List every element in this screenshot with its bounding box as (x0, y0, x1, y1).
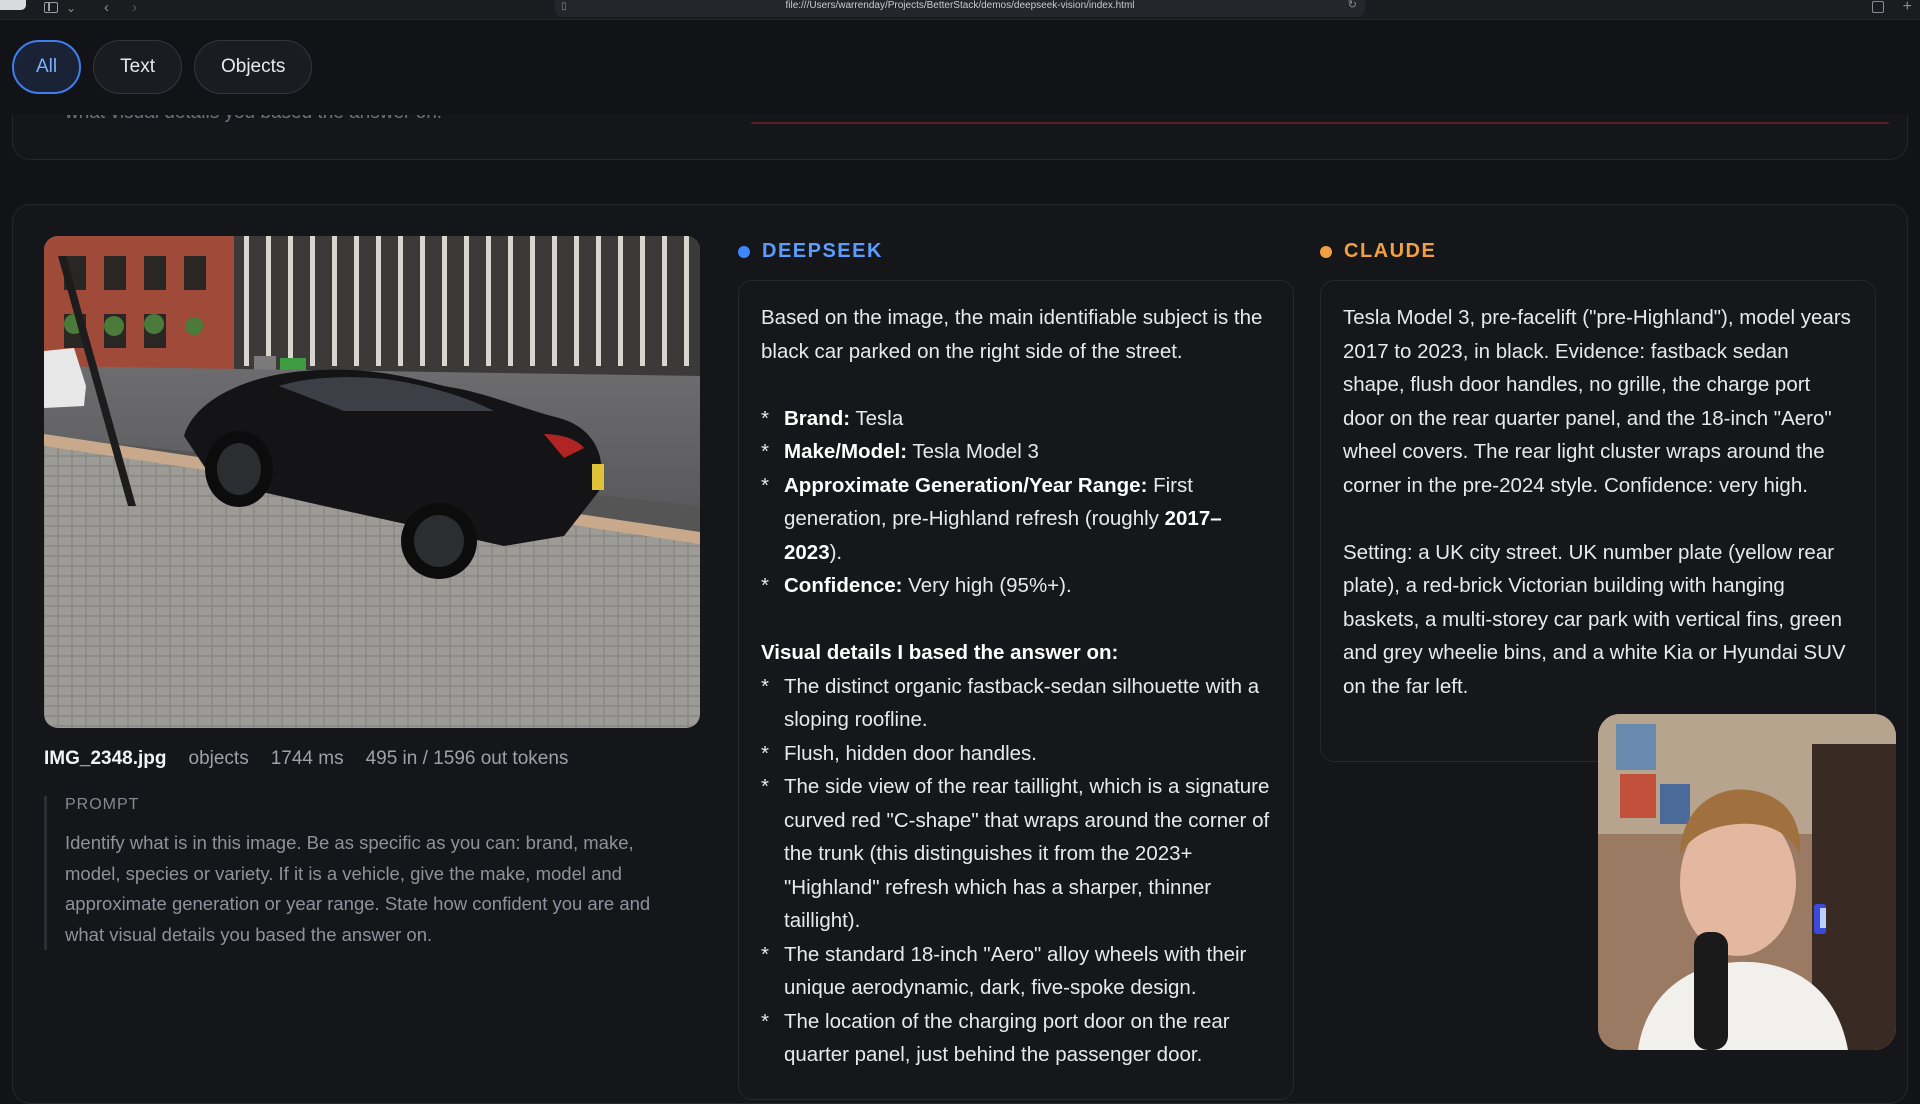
claude-title: CLAUDE (1344, 240, 1437, 262)
file-name: IMG_2348.jpg (44, 748, 167, 769)
result-meta: IMG_2348.jpg objects 1744 ms 495 in / 15… (44, 748, 568, 770)
share-icon[interactable] (1872, 1, 1884, 13)
deepseek-header: DEEPSEEK (738, 240, 883, 263)
deepseek-answer: Based on the image, the main identifiabl… (738, 280, 1294, 1100)
list-item: * Brand: Tesla (761, 406, 904, 430)
window-control[interactable] (0, 0, 26, 10)
list-item: * The side view of the rear taillight, w… (761, 775, 1270, 932)
latency: 1744 ms (270, 748, 344, 769)
claude-paragraph: Setting: a UK city street. UK number pla… (1343, 540, 1846, 698)
claude-answer: Tesla Model 3, pre-facelift ("pre-Highla… (1320, 280, 1876, 762)
claude-dot-icon (1320, 245, 1332, 258)
token-count: 495 in / 1596 out tokens (365, 748, 569, 769)
url-text: file:///Users/warrenday/Projects/BetterS… (785, 0, 1135, 11)
list-item: * Make/Model: Tesla Model 3 (761, 440, 1039, 463)
list-item: * Confidence: Very high (95%+). (761, 574, 1072, 597)
list-item: * Flush, hidden door handles. (761, 741, 1038, 765)
deepseek-title: DEEPSEEK (762, 240, 883, 262)
filter-objects[interactable]: Objects (193, 40, 313, 94)
deepseek-intro: Based on the image, the main identifiabl… (761, 306, 1263, 363)
reload-icon[interactable]: ↻ (1348, 0, 1357, 11)
input-image (44, 236, 700, 728)
address-bar[interactable]: ▯ file:///Users/warrenday/Projects/Bette… (555, 0, 1365, 17)
deepseek-dot-icon (738, 245, 750, 258)
previous-answer-border (751, 122, 1889, 124)
browser-toolbar: ⌄ ‹ › ▯ file:///Users/warrenday/Projects… (0, 0, 1920, 20)
filter-bar: All Text Objects (12, 40, 313, 94)
new-tab-icon[interactable]: + (1903, 0, 1912, 16)
filter-text[interactable]: Text (93, 40, 182, 94)
prompt-section: PROMPT Identify what is in this image. B… (44, 796, 684, 950)
list-item: * The location of the charging port door… (761, 1009, 1230, 1067)
category-tag: objects (188, 748, 249, 769)
list-item: * Approximate Generation/Year Range: Fir… (761, 473, 1222, 564)
chevron-down-icon[interactable]: ⌄ (66, 1, 76, 15)
webcam-overlay (1598, 714, 1896, 1050)
claude-paragraph: Tesla Model 3, pre-facelift ("pre-Highla… (1343, 306, 1851, 497)
forward-icon[interactable]: › (132, 0, 137, 15)
list-item: * The standard 18-inch "Aero" alloy whee… (761, 942, 1247, 1000)
prompt-label: PROMPT (65, 796, 140, 813)
page-icon: ▯ (561, 1, 567, 12)
claude-header: CLAUDE (1320, 240, 1436, 263)
back-icon[interactable]: ‹ (104, 0, 109, 15)
filter-all[interactable]: All (12, 40, 82, 94)
details-heading: Visual details I based the answer on: (761, 641, 1119, 664)
sidebar-toggle-icon[interactable] (44, 2, 58, 13)
prompt-text: Identify what is in this image. Be as sp… (65, 832, 651, 945)
list-item: * The distinct organic fastback-sedan si… (761, 674, 1260, 732)
